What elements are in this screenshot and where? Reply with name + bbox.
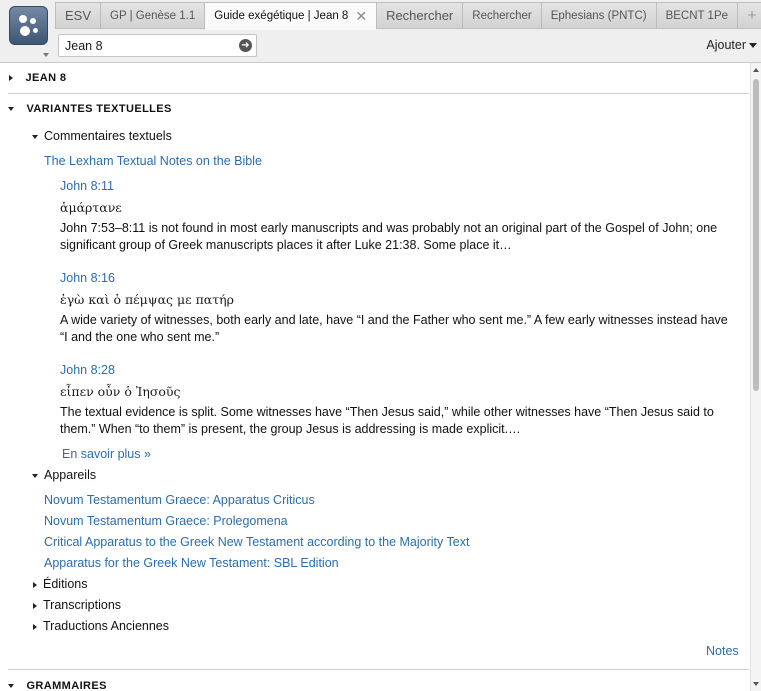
go-arrow-icon[interactable]: ➜	[239, 39, 252, 52]
collapse-icon	[8, 107, 14, 112]
tab-label: Ephesians (PNTC)	[550, 9, 647, 22]
note-text: A wide variety of witnesses, both early …	[60, 313, 728, 344]
section-title: GRAMMAIRES	[26, 680, 107, 691]
subsection-transcriptions[interactable]: Transcriptions	[33, 598, 121, 612]
toolbar: ESV GP | Genèse 1.1 Guide exégétique | J…	[0, 0, 761, 63]
tab-becnt-1pe[interactable]: BECNT 1Pe	[655, 2, 738, 29]
subsection-label: Appareils	[44, 468, 97, 482]
subsection-label: Éditions	[43, 577, 88, 591]
section-grammaires[interactable]: GRAMMAIRES	[0, 680, 750, 691]
collapse-icon	[32, 473, 38, 478]
expand-icon	[9, 75, 13, 82]
tab-label: BECNT 1Pe	[665, 9, 729, 22]
verse-link-8-11[interactable]: John 8:11	[60, 179, 114, 193]
tab-label: Rechercher	[472, 9, 532, 22]
tab-rechercher-2[interactable]: Rechercher	[462, 2, 541, 29]
resource-link-na-prolegomena[interactable]: Novum Testamentum Graece: Prolegomena	[44, 514, 288, 528]
tab-label: Guide exégétique | Jean 8	[214, 10, 349, 22]
section-variantes[interactable]: VARIANTES TEXTUELLES	[0, 103, 750, 115]
subsection-appareils[interactable]: Appareils	[32, 468, 96, 482]
greek-text: ἐγὼ καὶ ὁ πέμψας με πατήρ	[60, 292, 234, 307]
resource-link-lexham[interactable]: The Lexham Textual Notes on the Bible	[44, 154, 262, 168]
reference-value: Jean 8	[65, 38, 103, 53]
section-title: JEAN 8	[25, 72, 67, 84]
section-title: VARIANTES TEXTUELLES	[26, 103, 172, 115]
app-menu-button[interactable]	[9, 6, 49, 57]
section-jean8[interactable]: JEAN 8	[0, 72, 750, 84]
chevron-down-icon	[749, 42, 757, 48]
tab-ephesians-pntc[interactable]: Ephesians (PNTC)	[540, 2, 656, 29]
resource-link-na-apparatus[interactable]: Novum Testamentum Graece: Apparatus Crit…	[44, 493, 315, 507]
subsection-label: Traductions Anciennes	[43, 619, 170, 633]
subsection-commentaires[interactable]: Commentaires textuels	[32, 129, 172, 143]
divider	[8, 93, 749, 94]
tab-bar: ESV GP | Genèse 1.1 Guide exégétique | J…	[55, 2, 761, 30]
expand-icon	[33, 581, 37, 588]
subsection-editions[interactable]: Éditions	[33, 577, 87, 591]
add-section-button[interactable]: Ajouter	[706, 38, 757, 52]
greek-text: εἶπεν οὖν ὁ Ἰησοῦς	[60, 384, 181, 399]
add-section-label: Ajouter	[706, 38, 746, 52]
expand-icon	[33, 623, 37, 630]
divider	[8, 669, 749, 670]
scroll-down-icon[interactable]	[753, 682, 759, 686]
tab-label: GP | Genèse 1.1	[110, 9, 196, 22]
reference-input[interactable]: Jean 8 ➜	[58, 34, 257, 57]
tab-rechercher[interactable]: Rechercher	[376, 2, 463, 29]
scroll-up-icon[interactable]	[753, 68, 759, 72]
resource-link-majority-text[interactable]: Critical Apparatus to the Greek New Test…	[44, 535, 469, 549]
notes-link[interactable]: Notes	[706, 644, 739, 658]
tab-label: Rechercher	[386, 8, 454, 23]
subsection-label: Transcriptions	[43, 598, 122, 612]
note-text: The textual evidence is split. Some witn…	[60, 405, 714, 436]
expand-icon	[33, 602, 37, 609]
resource-link-sbl-edition[interactable]: Apparatus for the Greek New Testament: S…	[44, 556, 339, 570]
collapse-icon	[8, 684, 14, 689]
tab-gp-genese[interactable]: GP | Genèse 1.1	[100, 2, 205, 29]
collapse-icon	[32, 134, 38, 139]
verse-link-8-16[interactable]: John 8:16	[60, 271, 115, 285]
add-tab-button[interactable]: +	[737, 2, 761, 29]
guide-content: JEAN 8 VARIANTES TEXTUELLES Commentaires…	[0, 63, 750, 691]
tab-label: ESV	[65, 8, 92, 23]
verse-link-8-28[interactable]: John 8:28	[60, 363, 115, 377]
more-link[interactable]: En savoir plus »	[62, 447, 151, 461]
subsection-traductions[interactable]: Traductions Anciennes	[33, 619, 169, 633]
subsection-label: Commentaires textuels	[44, 129, 172, 143]
tab-esv[interactable]: ESV	[55, 2, 101, 29]
close-icon[interactable]: ✕	[355, 8, 367, 25]
vertical-scrollbar[interactable]	[750, 63, 761, 691]
logos-logo-icon	[9, 6, 48, 45]
note-text: John 7:53–8:11 is not found in most earl…	[60, 221, 718, 252]
greek-text: ἁμάρτανε	[60, 200, 122, 215]
tab-guide-exegetique[interactable]: Guide exégétique | Jean 8 ✕	[204, 2, 377, 30]
scroll-thumb[interactable]	[753, 79, 759, 391]
chevron-down-icon	[43, 53, 49, 57]
